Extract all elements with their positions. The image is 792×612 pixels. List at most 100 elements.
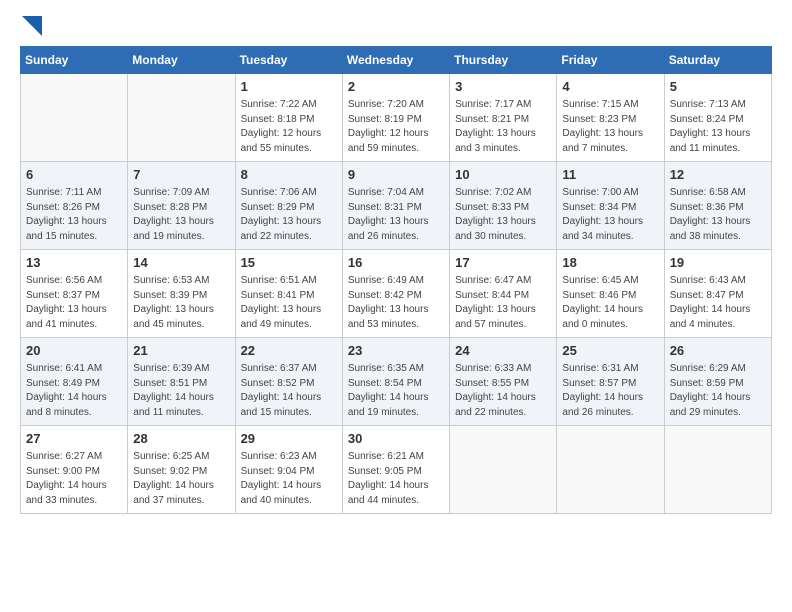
day-info: Sunrise: 6:21 AM Sunset: 9:05 PM Dayligh… (348, 450, 444, 508)
day-number: 16 (348, 254, 444, 272)
calendar-cell: 26 Sunrise: 6:29 AM Sunset: 8:59 PM Dayli… (664, 338, 771, 426)
day-number: 28 (133, 430, 229, 448)
calendar-cell: 12 Sunrise: 6:58 AM Sunset: 8:36 PM Dayli… (664, 162, 771, 250)
day-info: Sunrise: 6:58 AM Sunset: 8:36 PM Dayligh… (670, 186, 766, 244)
calendar-cell: 24 Sunrise: 6:33 AM Sunset: 8:55 PM Dayli… (450, 338, 557, 426)
day-number: 13 (26, 254, 122, 272)
calendar-cell: 1 Sunrise: 7:22 AM Sunset: 8:18 PM Daylig… (235, 74, 342, 162)
day-info: Sunrise: 6:51 AM Sunset: 8:41 PM Dayligh… (241, 274, 337, 332)
day-info: Sunrise: 7:22 AM Sunset: 8:18 PM Dayligh… (241, 98, 337, 156)
calendar-cell: 27 Sunrise: 6:27 AM Sunset: 9:00 PM Dayli… (21, 426, 128, 514)
column-header-monday: Monday (128, 47, 235, 74)
day-info: Sunrise: 6:29 AM Sunset: 8:59 PM Dayligh… (670, 362, 766, 420)
calendar-week-row: 27 Sunrise: 6:27 AM Sunset: 9:00 PM Dayli… (21, 426, 772, 514)
day-info: Sunrise: 6:39 AM Sunset: 8:51 PM Dayligh… (133, 362, 229, 420)
day-number: 10 (455, 166, 551, 184)
calendar-cell: 19 Sunrise: 6:43 AM Sunset: 8:47 PM Dayli… (664, 250, 771, 338)
day-info: Sunrise: 6:43 AM Sunset: 8:47 PM Dayligh… (670, 274, 766, 332)
day-number: 12 (670, 166, 766, 184)
day-number: 26 (670, 342, 766, 360)
day-info: Sunrise: 7:00 AM Sunset: 8:34 PM Dayligh… (562, 186, 658, 244)
calendar-cell: 25 Sunrise: 6:31 AM Sunset: 8:57 PM Dayli… (557, 338, 664, 426)
day-info: Sunrise: 6:33 AM Sunset: 8:55 PM Dayligh… (455, 362, 551, 420)
day-number: 27 (26, 430, 122, 448)
calendar-cell: 29Sunrise: 6:23 AM Sunset: 9:04 PM Dayli… (235, 426, 342, 514)
day-info: Sunrise: 7:09 AM Sunset: 8:28 PM Dayligh… (133, 186, 229, 244)
day-info: Sunrise: 6:45 AM Sunset: 8:46 PM Dayligh… (562, 274, 658, 332)
day-info: Sunrise: 7:15 AM Sunset: 8:23 PM Dayligh… (562, 98, 658, 156)
day-number: 21 (133, 342, 229, 360)
column-header-saturday: Saturday (664, 47, 771, 74)
calendar-cell: 21 Sunrise: 6:39 AM Sunset: 8:51 PM Dayli… (128, 338, 235, 426)
day-number: 3 (455, 78, 551, 96)
day-info: Sunrise: 7:13 AM Sunset: 8:24 PM Dayligh… (670, 98, 766, 156)
day-number: 25 (562, 342, 658, 360)
day-info: Sunrise: 6:49 AM Sunset: 8:42 PM Dayligh… (348, 274, 444, 332)
calendar-cell: 13Sunrise: 6:56 AM Sunset: 8:37 PM Dayli… (21, 250, 128, 338)
day-number: 15 (241, 254, 337, 272)
day-number: 30 (348, 430, 444, 448)
logo-triangle-icon (22, 16, 42, 36)
calendar-cell: 10 Sunrise: 7:02 AM Sunset: 8:33 PM Dayli… (450, 162, 557, 250)
calendar-week-row: 6 Sunrise: 7:11 AM Sunset: 8:26 PM Daylig… (21, 162, 772, 250)
day-info: Sunrise: 6:35 AM Sunset: 8:54 PM Dayligh… (348, 362, 444, 420)
calendar-cell: 9 Sunrise: 7:04 AM Sunset: 8:31 PM Daylig… (342, 162, 449, 250)
calendar-cell (664, 426, 771, 514)
day-number: 17 (455, 254, 551, 272)
day-number: 22 (241, 342, 337, 360)
day-info: Sunrise: 6:37 AM Sunset: 8:52 PM Dayligh… (241, 362, 337, 420)
day-number: 7 (133, 166, 229, 184)
calendar-week-row: 1 Sunrise: 7:22 AM Sunset: 8:18 PM Daylig… (21, 74, 772, 162)
day-number: 6 (26, 166, 122, 184)
column-header-thursday: Thursday (450, 47, 557, 74)
day-number: 8 (241, 166, 337, 184)
calendar-week-row: 20Sunrise: 6:41 AM Sunset: 8:49 PM Dayli… (21, 338, 772, 426)
day-number: 11 (562, 166, 658, 184)
column-header-friday: Friday (557, 47, 664, 74)
day-number: 2 (348, 78, 444, 96)
day-info: Sunrise: 7:04 AM Sunset: 8:31 PM Dayligh… (348, 186, 444, 244)
calendar-cell: 11 Sunrise: 7:00 AM Sunset: 8:34 PM Dayli… (557, 162, 664, 250)
day-info: Sunrise: 6:31 AM Sunset: 8:57 PM Dayligh… (562, 362, 658, 420)
column-header-tuesday: Tuesday (235, 47, 342, 74)
day-info: Sunrise: 6:27 AM Sunset: 9:00 PM Dayligh… (26, 450, 122, 508)
day-info: Sunrise: 6:47 AM Sunset: 8:44 PM Dayligh… (455, 274, 551, 332)
day-info: Sunrise: 6:23 AM Sunset: 9:04 PM Dayligh… (241, 450, 337, 508)
column-header-sunday: Sunday (21, 47, 128, 74)
day-number: 14 (133, 254, 229, 272)
day-number: 23 (348, 342, 444, 360)
calendar-cell: 15 Sunrise: 6:51 AM Sunset: 8:41 PM Dayli… (235, 250, 342, 338)
day-info: Sunrise: 7:17 AM Sunset: 8:21 PM Dayligh… (455, 98, 551, 156)
calendar-cell: 8 Sunrise: 7:06 AM Sunset: 8:29 PM Daylig… (235, 162, 342, 250)
calendar-cell: 3 Sunrise: 7:17 AM Sunset: 8:21 PM Daylig… (450, 74, 557, 162)
calendar-cell: 6 Sunrise: 7:11 AM Sunset: 8:26 PM Daylig… (21, 162, 128, 250)
calendar-cell: 18 Sunrise: 6:45 AM Sunset: 8:46 PM Dayli… (557, 250, 664, 338)
calendar-cell: 7 Sunrise: 7:09 AM Sunset: 8:28 PM Daylig… (128, 162, 235, 250)
calendar-cell (128, 74, 235, 162)
day-number: 9 (348, 166, 444, 184)
calendar-cell: 23 Sunrise: 6:35 AM Sunset: 8:54 PM Dayli… (342, 338, 449, 426)
calendar-cell: 30 Sunrise: 6:21 AM Sunset: 9:05 PM Dayli… (342, 426, 449, 514)
day-number: 4 (562, 78, 658, 96)
day-number: 19 (670, 254, 766, 272)
calendar-cell: 22 Sunrise: 6:37 AM Sunset: 8:52 PM Dayli… (235, 338, 342, 426)
day-number: 18 (562, 254, 658, 272)
day-info: Sunrise: 7:11 AM Sunset: 8:26 PM Dayligh… (26, 186, 122, 244)
logo (20, 20, 42, 36)
day-info: Sunrise: 6:25 AM Sunset: 9:02 PM Dayligh… (133, 450, 229, 508)
column-header-wednesday: Wednesday (342, 47, 449, 74)
day-info: Sunrise: 7:02 AM Sunset: 8:33 PM Dayligh… (455, 186, 551, 244)
calendar-table: SundayMondayTuesdayWednesdayThursdayFrid… (20, 46, 772, 514)
day-info: Sunrise: 6:53 AM Sunset: 8:39 PM Dayligh… (133, 274, 229, 332)
calendar-cell: 16 Sunrise: 6:49 AM Sunset: 8:42 PM Dayli… (342, 250, 449, 338)
calendar-cell: 5Sunrise: 7:13 AM Sunset: 8:24 PM Daylig… (664, 74, 771, 162)
day-info: Sunrise: 7:06 AM Sunset: 8:29 PM Dayligh… (241, 186, 337, 244)
calendar-cell: 17 Sunrise: 6:47 AM Sunset: 8:44 PM Dayli… (450, 250, 557, 338)
calendar-week-row: 13Sunrise: 6:56 AM Sunset: 8:37 PM Dayli… (21, 250, 772, 338)
day-number: 24 (455, 342, 551, 360)
day-info: Sunrise: 6:41 AM Sunset: 8:49 PM Dayligh… (26, 362, 122, 420)
day-number: 1 (241, 78, 337, 96)
calendar-cell: 4 Sunrise: 7:15 AM Sunset: 8:23 PM Daylig… (557, 74, 664, 162)
day-info: Sunrise: 7:20 AM Sunset: 8:19 PM Dayligh… (348, 98, 444, 156)
calendar-cell: 20Sunrise: 6:41 AM Sunset: 8:49 PM Dayli… (21, 338, 128, 426)
